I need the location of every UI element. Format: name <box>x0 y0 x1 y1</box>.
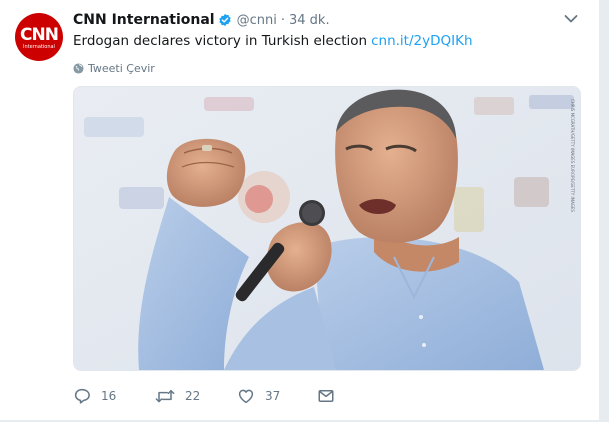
tweet-image[interactable]: CHRIS MCGRATH/GETTY IMAGES EUROPE/GETTY … <box>73 86 581 371</box>
tweet-card[interactable]: CNN International CNN International @cnn… <box>0 0 600 421</box>
reply-icon <box>74 388 90 404</box>
like-count: 37 <box>265 389 281 403</box>
verified-badge-icon <box>218 13 231 27</box>
like-button[interactable]: 37 <box>237 386 317 406</box>
direct-message-button[interactable] <box>317 386 335 406</box>
reply-count: 16 <box>101 389 117 403</box>
heart-icon <box>238 389 254 404</box>
tweet-actions: 16 22 37 <box>73 386 335 406</box>
avatar-logo-text: CNN <box>20 24 59 45</box>
globe-icon <box>73 62 84 74</box>
author-name[interactable]: CNN International <box>73 12 215 28</box>
avatar[interactable]: CNN International <box>15 13 63 61</box>
retweet-icon <box>155 390 175 403</box>
tweet-link[interactable]: cnn.it/2yDQIKh <box>371 33 472 49</box>
chevron-down-icon[interactable] <box>564 14 578 24</box>
tweet-timestamp[interactable]: 34 dk. <box>289 13 330 28</box>
tweet-header: CNN International @cnni · 34 dk. <box>73 10 330 30</box>
reply-button[interactable]: 16 <box>73 386 155 406</box>
translate-label: Tweeti Çevir <box>88 61 155 75</box>
avatar-logo-subtext: International <box>23 43 55 50</box>
tweet-text: Erdogan declares victory in Turkish elec… <box>73 31 473 51</box>
news-photo: CHRIS MCGRATH/GETTY IMAGES EUROPE/GETTY … <box>74 87 580 370</box>
tweet-body: Erdogan declares victory in Turkish elec… <box>73 33 368 49</box>
header-separator: · <box>280 12 285 28</box>
retweet-button[interactable]: 22 <box>155 386 237 406</box>
envelope-icon <box>318 390 334 402</box>
image-credit: CHRIS MCGRATH/GETTY IMAGES EUROPE/GETTY … <box>570 99 575 212</box>
retweet-count: 22 <box>185 389 201 403</box>
author-handle[interactable]: @cnni <box>237 13 277 28</box>
translate-tweet-button[interactable]: Tweeti Çevir <box>73 60 155 76</box>
